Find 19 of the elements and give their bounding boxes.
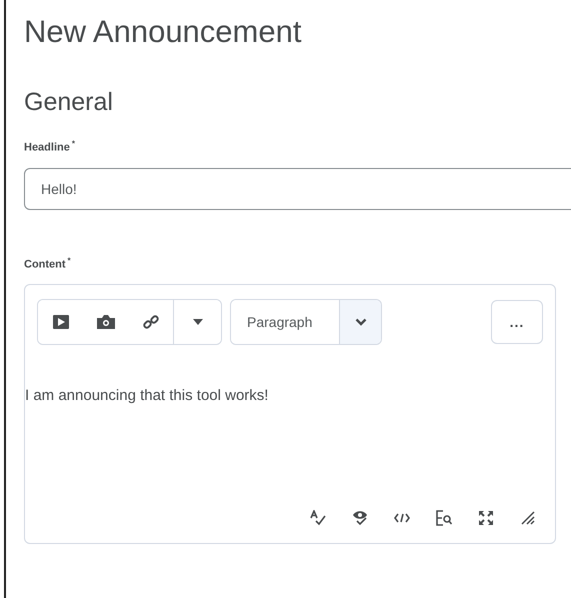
resize-handle-icon <box>521 511 535 526</box>
code-icon <box>394 513 410 524</box>
content-label: Content $^{*}$ <box>24 256 72 270</box>
editor-text: I am announcing that this tool works! <box>25 387 270 404</box>
play-icon <box>52 315 68 330</box>
headline-input[interactable]: Hello! <box>24 168 571 210</box>
link-icon <box>142 314 158 330</box>
format-select[interactable]: Paragraph <box>230 299 382 346</box>
headline-label: Headline $^{*}$ <box>24 139 76 154</box>
more-button[interactable]: ... <box>491 300 543 344</box>
find-icon <box>436 510 452 526</box>
eye-check-icon <box>352 510 368 526</box>
section-heading: General <box>24 88 114 117</box>
page-title: New Announcement <box>24 14 302 50</box>
caret-icon <box>192 319 202 326</box>
fullscreen-icon <box>478 510 494 526</box>
camera-icon <box>96 315 114 330</box>
chevron-down-icon <box>354 318 366 326</box>
spellcheck-icon <box>310 510 326 526</box>
